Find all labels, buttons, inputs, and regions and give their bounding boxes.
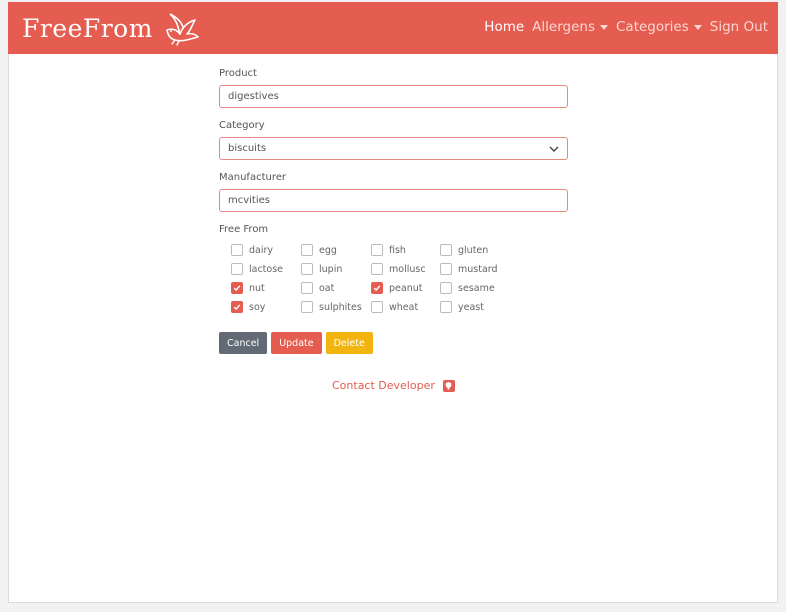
- caret-down-icon: [600, 24, 608, 30]
- allergen-label: sesame: [458, 282, 495, 294]
- allergen-label: dairy: [249, 244, 274, 256]
- allergen-checkbox-nut[interactable]: nut: [231, 281, 301, 295]
- allergen-checkbox-mustard[interactable]: mustard: [440, 262, 510, 276]
- contact-developer-label: Contact Developer: [332, 379, 435, 392]
- nav-signout-label: Sign Out: [709, 19, 768, 35]
- checkbox-unchecked[interactable]: [371, 244, 383, 256]
- allergen-label: peanut: [389, 282, 423, 294]
- dove-logo-icon: [166, 13, 199, 46]
- caret-down-icon: [693, 24, 702, 30]
- allergen-checkbox-mollusc[interactable]: mollusc: [371, 262, 440, 276]
- allergen-label: egg: [319, 244, 337, 256]
- navbar: FreeFrom Home Allergens Categories Sign …: [8, 2, 778, 54]
- nav-menu: Home Allergens Categories Sign Out: [484, 19, 768, 35]
- checkbox-unchecked[interactable]: [231, 263, 243, 275]
- category-value: biscuits: [228, 143, 267, 154]
- allergen-checkbox-fish[interactable]: fish: [371, 243, 440, 257]
- checkbox-unchecked[interactable]: [301, 301, 313, 313]
- allergen-grid: dairy egg fish gluten lactose lupin mollusc mus…: [231, 243, 568, 314]
- allergen-checkbox-egg[interactable]: egg: [301, 243, 371, 257]
- allergen-label: yeast: [458, 301, 484, 313]
- check-icon: [233, 285, 241, 292]
- allergen-label: nut: [249, 282, 265, 294]
- checkbox-checked[interactable]: [231, 282, 243, 294]
- allergen-label: lactose: [249, 263, 284, 275]
- allergen-label: wheat: [389, 301, 419, 313]
- checkbox-checked[interactable]: [371, 282, 383, 294]
- allergen-checkbox-lupin[interactable]: lupin: [301, 262, 371, 276]
- allergen-label: lupin: [319, 263, 343, 275]
- nav-categories-label: Categories: [616, 19, 689, 35]
- allergen-checkbox-soy[interactable]: soy: [231, 300, 301, 314]
- checkbox-unchecked[interactable]: [440, 263, 452, 275]
- allergen-label: mollusc: [389, 263, 426, 275]
- product-label: Product: [219, 68, 257, 79]
- nav-home[interactable]: Home: [484, 19, 524, 35]
- allergen-checkbox-oat[interactable]: oat: [301, 281, 371, 295]
- form-buttons: Cancel Update Delete: [219, 332, 568, 354]
- allergen-label: sulphites: [319, 301, 362, 313]
- cancel-button[interactable]: Cancel: [219, 332, 268, 354]
- allergen-label: fish: [389, 244, 406, 256]
- allergen-label: mustard: [458, 263, 498, 275]
- checkbox-unchecked[interactable]: [301, 263, 313, 275]
- brand-name: FreeFrom: [22, 13, 153, 43]
- check-icon: [373, 285, 381, 292]
- nav-categories[interactable]: Categories: [616, 19, 702, 35]
- freefrom-label: Free From: [219, 224, 269, 235]
- checkbox-unchecked[interactable]: [440, 244, 452, 256]
- freefrom-group: Free From dairy egg fish gluten lactose lupin…: [219, 224, 568, 314]
- allergen-checkbox-peanut[interactable]: peanut: [371, 281, 440, 295]
- checkbox-unchecked[interactable]: [301, 282, 313, 294]
- allergen-label: soy: [249, 301, 266, 313]
- allergen-checkbox-dairy[interactable]: dairy: [231, 243, 301, 257]
- allergen-checkbox-sulphites[interactable]: sulphites: [301, 300, 371, 314]
- checkbox-checked[interactable]: [231, 301, 243, 313]
- delete-button[interactable]: Delete: [325, 332, 373, 354]
- chevron-down-icon: [549, 146, 559, 152]
- nav-signout[interactable]: Sign Out: [710, 19, 768, 35]
- allergen-checkbox-gluten[interactable]: gluten: [440, 243, 510, 257]
- github-icon[interactable]: [442, 379, 455, 392]
- allergen-checkbox-lactose[interactable]: lactose: [231, 262, 301, 276]
- category-select[interactable]: biscuits: [219, 137, 568, 160]
- update-button[interactable]: Update: [271, 332, 322, 354]
- nav-allergens[interactable]: Allergens: [532, 19, 608, 35]
- product-input[interactable]: digestives: [219, 85, 568, 108]
- allergen-checkbox-wheat[interactable]: wheat: [371, 300, 440, 314]
- category-group: Category biscuits: [219, 120, 568, 160]
- checkbox-unchecked[interactable]: [371, 301, 383, 313]
- nav-home-label: Home: [484, 19, 525, 35]
- category-label: Category: [219, 120, 265, 131]
- manufacturer-label: Manufacturer: [219, 172, 286, 183]
- allergen-checkbox-sesame[interactable]: sesame: [440, 281, 510, 295]
- allergen-checkbox-yeast[interactable]: yeast: [440, 300, 510, 314]
- manufacturer-group: Manufacturer mcvities: [219, 172, 568, 212]
- checkbox-unchecked[interactable]: [440, 282, 452, 294]
- nav-allergens-label: Allergens: [532, 19, 595, 35]
- product-form: Product digestives Category biscuits Man…: [219, 68, 568, 354]
- manufacturer-input[interactable]: mcvities: [219, 189, 568, 212]
- product-group: Product digestives: [219, 68, 568, 108]
- checkbox-unchecked[interactable]: [301, 244, 313, 256]
- checkbox-unchecked[interactable]: [371, 263, 383, 275]
- brand[interactable]: FreeFrom: [22, 11, 201, 46]
- allergen-label: gluten: [458, 244, 489, 256]
- allergen-label: oat: [319, 282, 335, 294]
- check-icon: [233, 304, 241, 311]
- checkbox-unchecked[interactable]: [231, 244, 243, 256]
- contact-developer-link[interactable]: Contact Developer: [332, 379, 455, 392]
- checkbox-unchecked[interactable]: [440, 301, 452, 313]
